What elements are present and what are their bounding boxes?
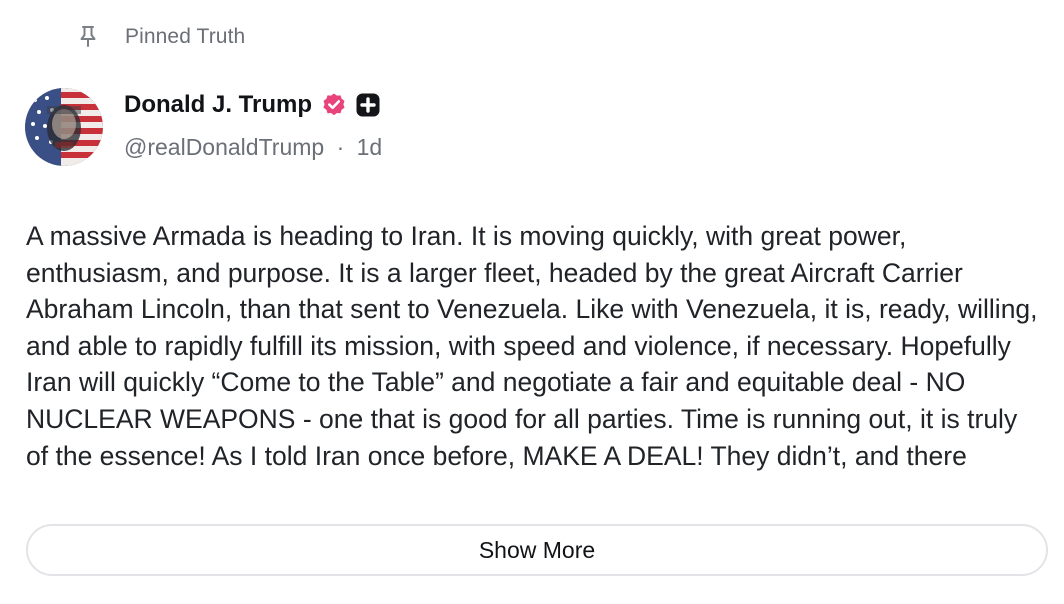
avatar[interactable] — [25, 88, 103, 166]
post-body: A massive Armada is heading to Iran. It … — [26, 218, 1046, 498]
author-name[interactable]: Donald J. Trump — [124, 91, 312, 119]
post-time[interactable]: 1d — [357, 134, 383, 160]
post-text: A massive Armada is heading to Iran. It … — [26, 221, 1038, 471]
show-more-button[interactable]: Show More — [26, 524, 1048, 576]
pinned-label: Pinned Truth — [125, 25, 246, 48]
text-fade-overlay — [26, 468, 1046, 498]
plus-badge-icon — [355, 92, 381, 118]
meta-separator: · — [336, 134, 345, 160]
pin-icon — [78, 25, 98, 49]
verified-badge-icon — [321, 92, 347, 118]
author-name-row: Donald J. Trump — [124, 88, 381, 122]
pinned-indicator: Pinned Truth — [78, 22, 245, 52]
handle-row: @realDonaldTrump · 1d — [124, 134, 382, 161]
author-handle[interactable]: @realDonaldTrump — [124, 134, 324, 160]
